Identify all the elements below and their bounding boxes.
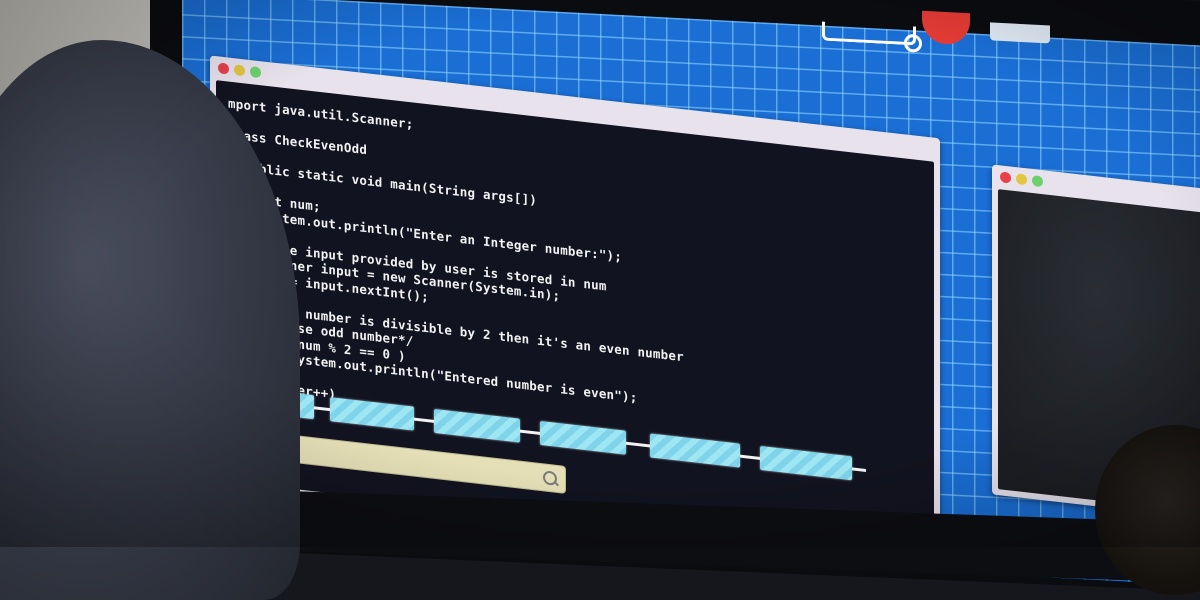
timeline-step-5[interactable] xyxy=(650,433,740,468)
search-icon[interactable] xyxy=(543,470,557,486)
decorative-white-panel xyxy=(990,22,1050,44)
timeline-step-2[interactable] xyxy=(330,397,414,431)
code-editor-area[interactable]: mport java.util.Scanner; class CheckEven… xyxy=(216,80,934,562)
timeline-step-6[interactable] xyxy=(760,445,852,481)
minimize-dot-icon[interactable] xyxy=(1016,173,1027,186)
close-dot-icon[interactable] xyxy=(1000,171,1011,184)
close-dot-icon[interactable] xyxy=(218,62,229,75)
decorative-connector xyxy=(822,21,916,46)
maximize-dot-icon[interactable] xyxy=(250,66,261,79)
maximize-dot-icon[interactable] xyxy=(1032,174,1043,188)
code-line[interactable]: mport java.util.Scanner; xyxy=(228,96,413,132)
decorative-red-shape xyxy=(922,10,970,46)
decorative-node xyxy=(904,33,922,53)
minimize-dot-icon[interactable] xyxy=(234,64,245,77)
timeline-step-4[interactable] xyxy=(540,420,626,455)
timeline-step-3[interactable] xyxy=(434,408,520,443)
